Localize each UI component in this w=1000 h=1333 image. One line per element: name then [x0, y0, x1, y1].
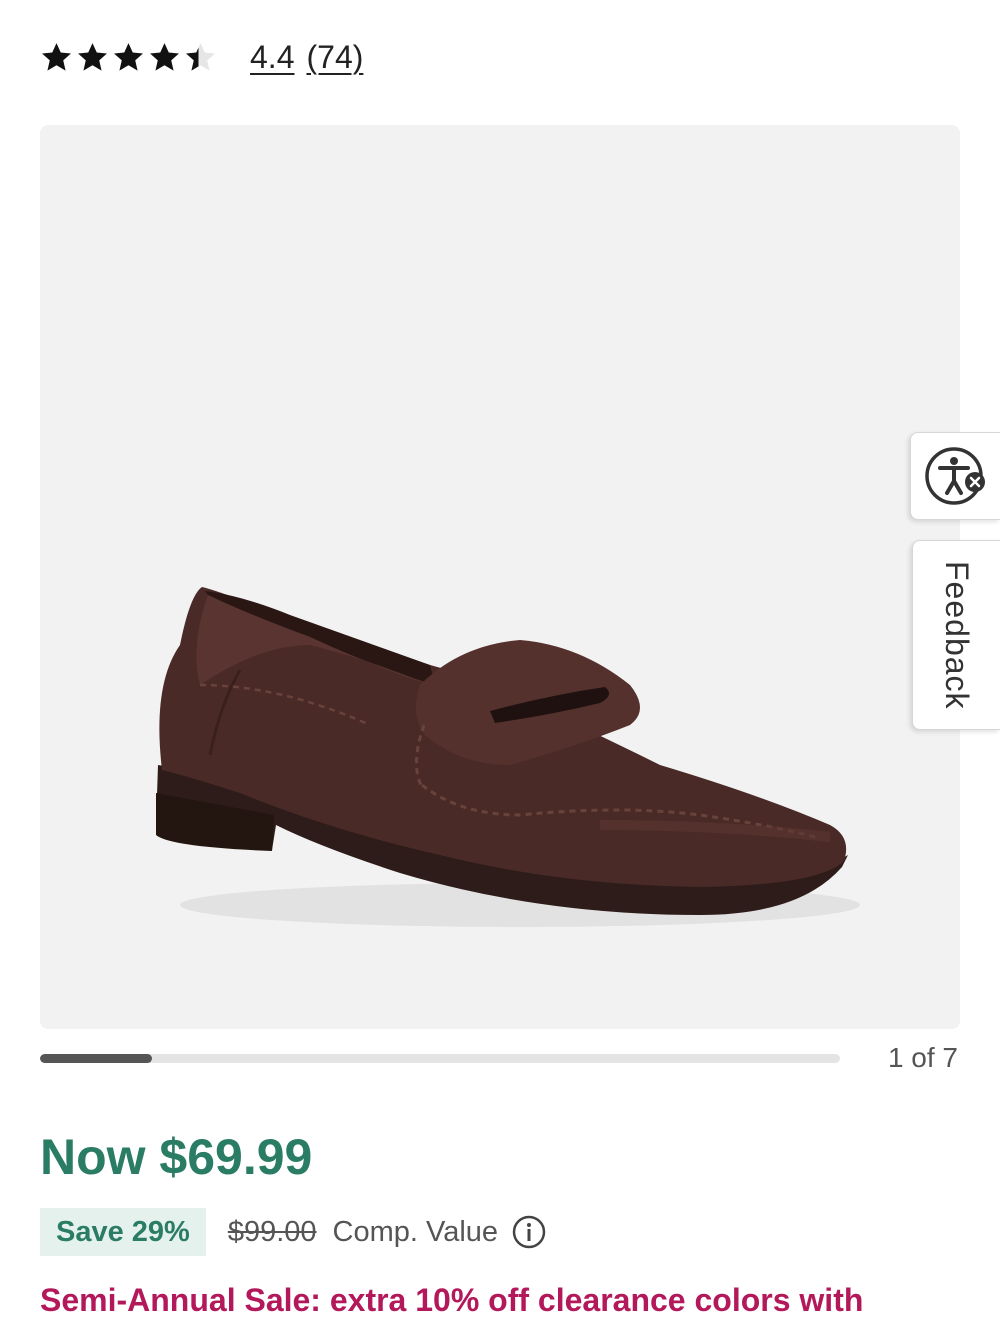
gallery-progress-fill	[40, 1054, 152, 1063]
product-image-carousel[interactable]	[40, 125, 960, 1029]
star-icon	[114, 42, 143, 71]
feedback-label: Feedback	[939, 560, 975, 710]
star-half-icon	[186, 42, 215, 71]
star-icon	[42, 42, 71, 71]
comp-value-label: Comp. Value	[332, 1215, 499, 1248]
feedback-tab[interactable]: Feedback	[912, 540, 1000, 730]
savings-row: Save 29% $99.00 Comp. Value	[40, 1208, 546, 1256]
promo-message: Semi-Annual Sale: extra 10% off clearanc…	[40, 1282, 864, 1318]
rating-row[interactable]: 4.4 (74)	[40, 32, 363, 82]
accessibility-button[interactable]	[910, 432, 1000, 520]
star-rating	[40, 41, 220, 74]
image-counter: 1 of 7	[887, 1042, 958, 1073]
sale-price: Now $69.99	[40, 1129, 313, 1185]
original-price: $99.00	[227, 1215, 317, 1248]
star-icon	[78, 42, 107, 71]
star-icon	[150, 42, 179, 71]
gallery-progress-bar[interactable]	[40, 1054, 840, 1063]
product-image[interactable]	[40, 125, 960, 1029]
savings-badge: Save 29%	[40, 1208, 206, 1256]
accessibility-icon	[924, 447, 985, 505]
rating-value[interactable]: 4.4	[250, 39, 294, 76]
review-count-link[interactable]: (74)	[306, 39, 363, 76]
rating-summary[interactable]: 4.4 (74)	[250, 39, 363, 76]
info-icon[interactable]	[512, 1215, 546, 1249]
product-page: 4.4 (74) Feedback 1 of 7 Now $69.99 Save…	[0, 0, 1000, 1333]
